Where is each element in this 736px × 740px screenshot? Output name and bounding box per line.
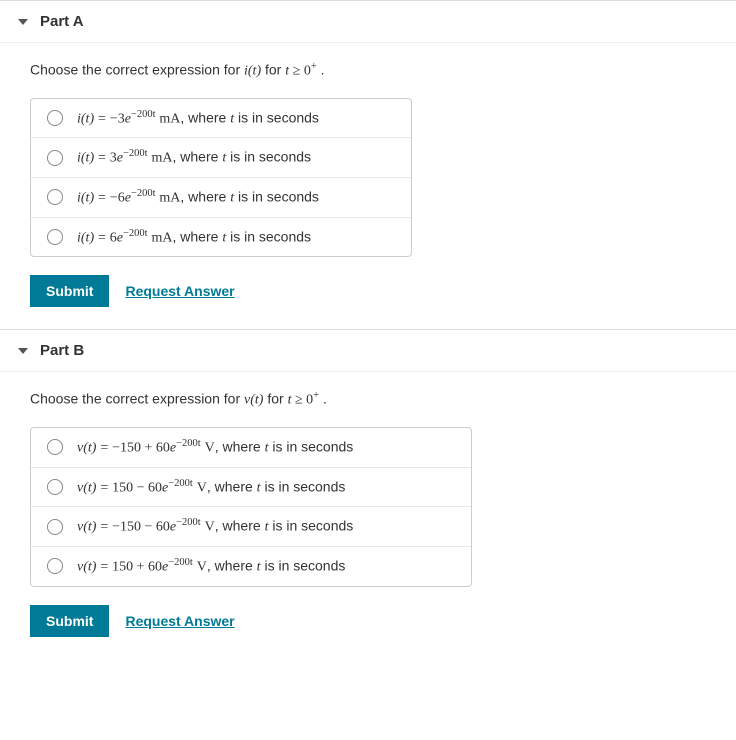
part-a-body: Choose the correct expression for i(t) f… [0, 43, 736, 329]
part-b-body: Choose the correct expression for v(t) f… [0, 372, 736, 658]
option-row[interactable]: v(t) = 150 − 60e−200t V, where t is in s… [31, 467, 471, 507]
prompt-suffix: . [317, 62, 325, 78]
part-a-section: Part A Choose the correct expression for… [0, 0, 736, 329]
option-row[interactable]: i(t) = 6e−200t mA, where t is in seconds [31, 217, 411, 257]
part-b-options: v(t) = −150 + 60e−200t V, where t is in … [30, 427, 472, 587]
part-a-title: Part A [40, 13, 84, 30]
radio-icon [47, 479, 63, 495]
part-a-prompt: Choose the correct expression for i(t) f… [30, 61, 706, 80]
part-b-section: Part B Choose the correct expression for… [0, 329, 736, 658]
chevron-down-icon [18, 19, 28, 25]
chevron-down-icon [18, 348, 28, 354]
option-row[interactable]: v(t) = 150 + 60e−200t V, where t is in s… [31, 546, 471, 586]
prompt-suffix: . [319, 391, 327, 407]
prompt-text: Choose the correct expression for [30, 62, 244, 78]
option-label: v(t) = 150 − 60e−200t V, where t is in s… [77, 478, 345, 497]
option-label: i(t) = 6e−200t mA, where t is in seconds [77, 228, 311, 247]
option-label: v(t) = −150 − 60e−200t V, where t is in … [77, 517, 353, 536]
part-a-header[interactable]: Part A [0, 1, 736, 43]
option-row[interactable]: i(t) = −3e−200t mA, where t is in second… [31, 99, 411, 138]
prompt-cond-op: ≥ [291, 393, 306, 408]
submit-button[interactable]: Submit [30, 605, 109, 637]
radio-icon [47, 189, 63, 205]
option-row[interactable]: i(t) = −6e−200t mA, where t is in second… [31, 177, 411, 217]
option-label: v(t) = −150 + 60e−200t V, where t is in … [77, 438, 353, 457]
prompt-cond-op: ≥ [289, 64, 304, 79]
prompt-func: v(t) [244, 393, 263, 408]
part-b-title: Part B [40, 342, 84, 359]
part-b-actions: Submit Request Answer [30, 605, 706, 637]
submit-button[interactable]: Submit [30, 275, 109, 307]
part-b-header[interactable]: Part B [0, 330, 736, 372]
option-label: i(t) = 3e−200t mA, where t is in seconds [77, 148, 311, 167]
option-row[interactable]: v(t) = −150 + 60e−200t V, where t is in … [31, 428, 471, 467]
option-label: i(t) = −6e−200t mA, where t is in second… [77, 188, 319, 207]
prompt-mid: for [261, 62, 285, 78]
part-a-options: i(t) = −3e−200t mA, where t is in second… [30, 98, 412, 258]
prompt-text: Choose the correct expression for [30, 391, 244, 407]
request-answer-link[interactable]: Request Answer [125, 613, 234, 629]
radio-icon [47, 439, 63, 455]
prompt-func: i(t) [244, 64, 261, 79]
radio-icon [47, 519, 63, 535]
part-b-prompt: Choose the correct expression for v(t) f… [30, 390, 706, 409]
part-a-actions: Submit Request Answer [30, 275, 706, 307]
radio-icon [47, 150, 63, 166]
option-row[interactable]: v(t) = −150 − 60e−200t V, where t is in … [31, 506, 471, 546]
request-answer-link[interactable]: Request Answer [125, 283, 234, 299]
prompt-mid: for [263, 391, 287, 407]
radio-icon [47, 229, 63, 245]
radio-icon [47, 110, 63, 126]
prompt-cond-rhs: 0 [304, 64, 311, 79]
option-label: i(t) = −3e−200t mA, where t is in second… [77, 109, 319, 128]
option-row[interactable]: i(t) = 3e−200t mA, where t is in seconds [31, 137, 411, 177]
radio-icon [47, 558, 63, 574]
option-label: v(t) = 150 + 60e−200t V, where t is in s… [77, 557, 345, 576]
